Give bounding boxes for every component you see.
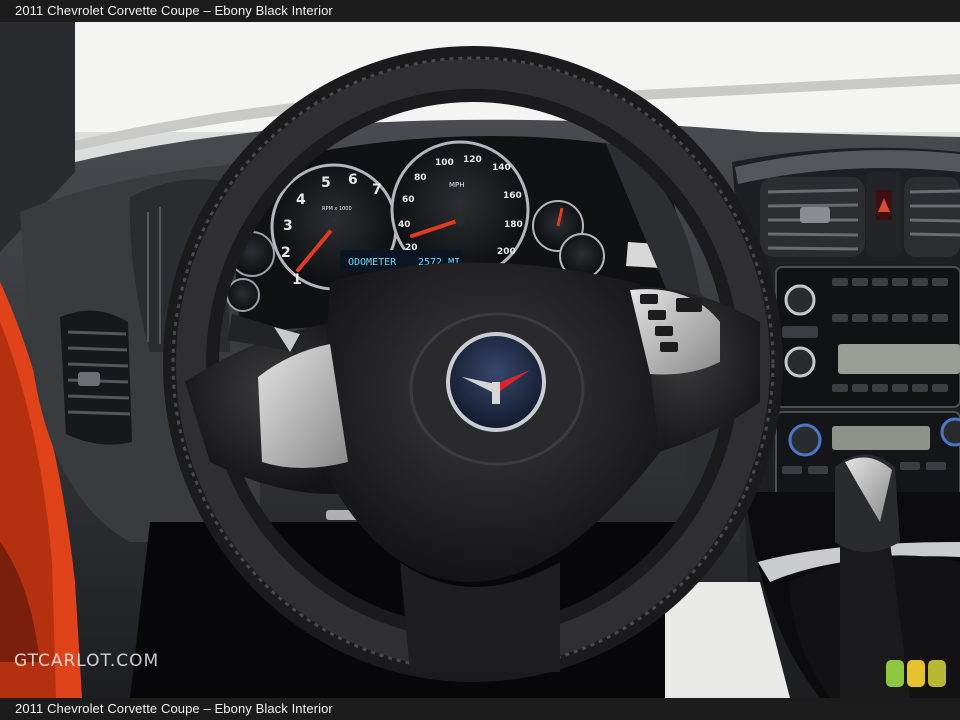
center-air-vents — [760, 172, 960, 257]
speedo-tick: 200 — [497, 247, 516, 257]
watermark-logo: GTCARLOT.COM — [14, 651, 160, 671]
tach-tick: 7 — [372, 182, 382, 198]
odometer-label: ODOMETER — [348, 257, 397, 268]
speedo-tick: 80 — [414, 173, 427, 183]
interior-photo: 1 2 3 4 5 6 7 RPM x 1000 20 40 60 80 100… — [0, 22, 960, 698]
speedo-tick: 60 — [402, 195, 415, 205]
tach-tick: 6 — [348, 172, 358, 188]
speedo-label: MPH — [449, 181, 465, 189]
badge-yellow-tile — [907, 660, 925, 687]
tach-tick: 5 — [321, 175, 331, 191]
speedo-tick: 180 — [504, 220, 523, 230]
caption-bottom: 2011 Chevrolet Corvette Coupe – Ebony Bl… — [0, 698, 960, 720]
corvette-emblem — [446, 332, 546, 432]
left-air-vent — [60, 310, 132, 445]
speedo-tick: 120 — [463, 155, 482, 165]
speedo-tick: 160 — [503, 191, 522, 201]
tach-label: RPM x 1000 — [322, 206, 352, 212]
tach-tick: 4 — [296, 192, 306, 208]
tach-tick: 2 — [281, 245, 291, 261]
tach-tick: 1 — [292, 272, 302, 288]
badge-green-tile — [886, 660, 904, 687]
speedo-tick: 100 — [435, 158, 454, 168]
speedo-tick: 40 — [398, 220, 411, 230]
caption-top: 2011 Chevrolet Corvette Coupe – Ebony Bl… — [0, 0, 960, 22]
speedo-tick: 140 — [492, 163, 511, 173]
tach-tick: 3 — [283, 218, 293, 234]
radio-head-unit — [775, 266, 960, 408]
site-badge-icon — [886, 660, 946, 688]
badge-olive-tile — [928, 660, 946, 687]
